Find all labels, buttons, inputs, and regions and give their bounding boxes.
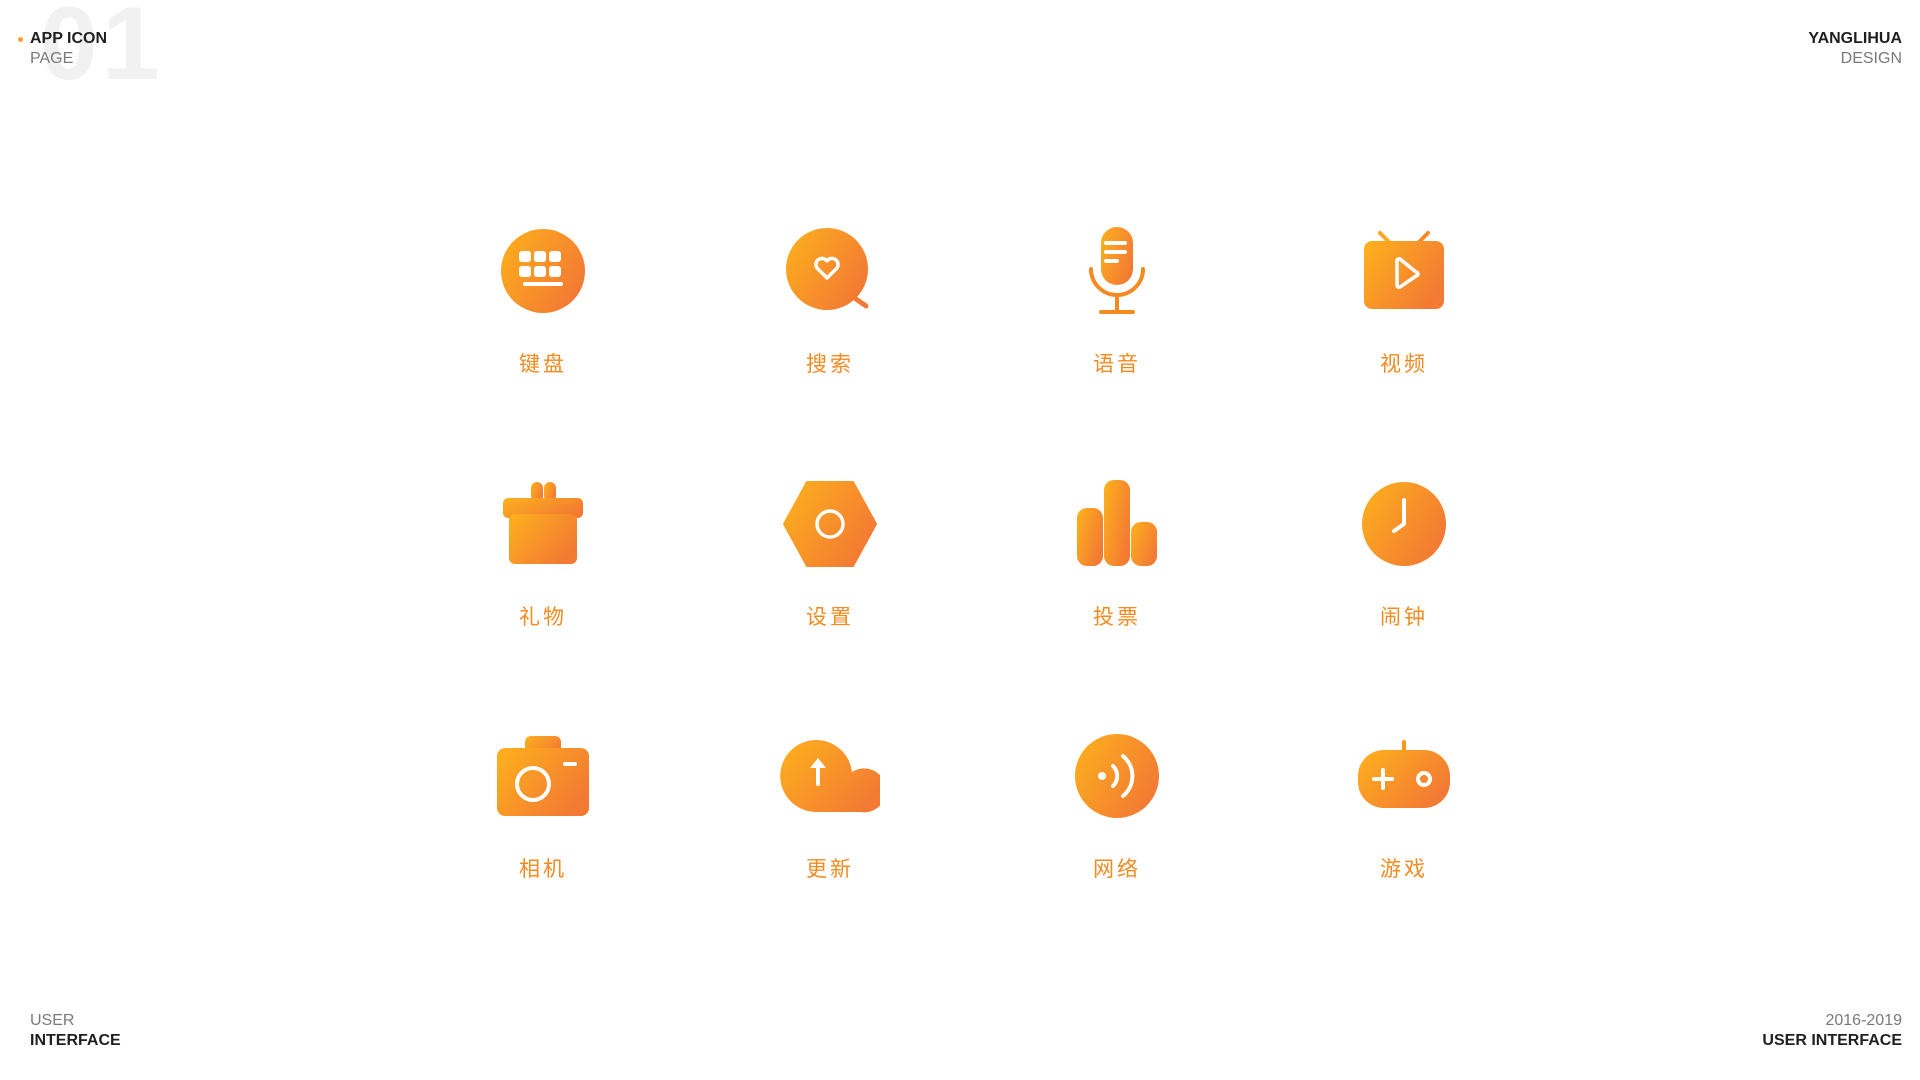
- settings-icon: [783, 481, 877, 567]
- icon-label: 更新: [806, 857, 854, 881]
- icon-grid: 键盘 搜索 语音 视频 礼物 设置 投票 闹钟 相机 更新 网络 游戏: [0, 0, 1920, 1080]
- icon-label: 礼物: [519, 605, 567, 629]
- icon-item-video[interactable]: 视频: [1324, 221, 1484, 421]
- camera-icon: [497, 736, 589, 816]
- accent-dot: [18, 37, 23, 42]
- icon-item-search[interactable]: 搜索: [750, 221, 910, 421]
- header-brand: YANGLIHUA DESIGN: [1808, 29, 1902, 69]
- icon-label: 键盘: [519, 352, 567, 376]
- vote-icon: [1077, 480, 1157, 566]
- header-title-bottom: PAGE: [30, 50, 74, 67]
- icon-label: 游戏: [1380, 857, 1428, 881]
- footer-right: 2016-2019 USER INTERFACE: [1762, 1011, 1902, 1051]
- header-brand-top: YANGLIHUA: [1808, 30, 1902, 47]
- header-title-top: APP ICON: [30, 30, 108, 47]
- header-title: APP ICON PAGE: [30, 29, 107, 69]
- icon-label: 搜索: [806, 352, 854, 376]
- icon-item-camera[interactable]: 相机: [463, 726, 623, 926]
- icon-label: 相机: [519, 857, 567, 881]
- icon-item-vote[interactable]: 投票: [1037, 474, 1197, 674]
- footer-left: USER INTERFACE: [30, 1011, 121, 1051]
- icon-item-update[interactable]: 更新: [750, 726, 910, 926]
- footer-left-bottom: INTERFACE: [30, 1032, 121, 1049]
- icon-label: 语音: [1093, 352, 1141, 376]
- icon-item-game[interactable]: 游戏: [1324, 726, 1484, 926]
- footer-right-bottom: USER INTERFACE: [1762, 1032, 1902, 1049]
- icon-item-voice[interactable]: 语音: [1037, 221, 1197, 421]
- alarm-clock-icon: [1362, 482, 1446, 566]
- icon-item-settings[interactable]: 设置: [750, 474, 910, 674]
- footer-right-top: 2016-2019: [1825, 1012, 1902, 1029]
- keyboard-icon: [501, 229, 585, 313]
- header-brand-bottom: DESIGN: [1840, 50, 1902, 67]
- microphone-icon: [1089, 227, 1145, 314]
- icon-item-alarm[interactable]: 闹钟: [1324, 474, 1484, 674]
- icon-item-network[interactable]: 网络: [1037, 726, 1197, 926]
- footer-left-top: USER: [30, 1012, 75, 1029]
- icon-label: 投票: [1093, 605, 1141, 629]
- update-cloud-icon: [780, 740, 880, 813]
- icon-label: 设置: [806, 605, 854, 629]
- search-icon: [786, 228, 869, 310]
- gamepad-icon: [1358, 740, 1450, 808]
- network-icon: [1075, 734, 1159, 818]
- icon-item-keyboard[interactable]: 键盘: [463, 221, 623, 421]
- gift-icon: [503, 482, 583, 564]
- icon-label: 网络: [1093, 857, 1141, 881]
- icon-label: 视频: [1380, 352, 1428, 376]
- icon-item-gift[interactable]: 礼物: [463, 474, 623, 674]
- app-icon-page: 01 APP ICON PAGE YANGLIHUA DESIGN USER I…: [0, 0, 1920, 1080]
- icon-label: 闹钟: [1380, 605, 1428, 629]
- video-icon: [1364, 231, 1444, 309]
